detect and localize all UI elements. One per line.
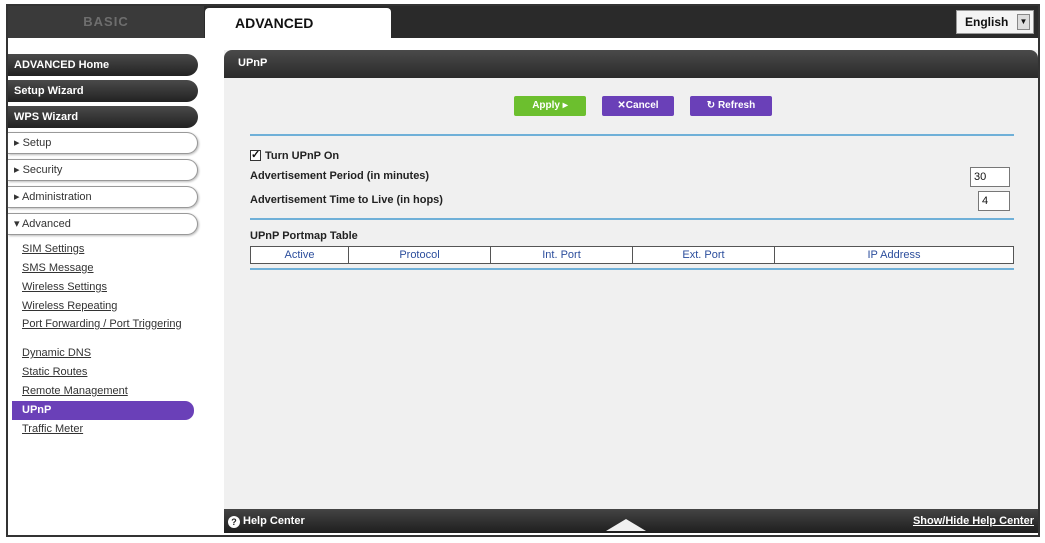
col-int-port: Int. Port <box>490 246 633 264</box>
submenu-sim-settings[interactable]: SIM Settings <box>8 240 198 259</box>
language-value: English <box>965 15 1009 29</box>
tab-basic[interactable]: BASIC <box>8 6 204 38</box>
submenu-wireless-repeating[interactable]: Wireless Repeating <box>8 297 198 316</box>
divider <box>250 218 1014 220</box>
cancel-button[interactable]: ✕Cancel <box>602 96 674 116</box>
help-center-link[interactable]: ? Help Center <box>228 509 305 533</box>
turn-upnp-on-row: Turn UPnP On <box>250 148 340 162</box>
sidebar-item-wps-wizard[interactable]: WPS Wizard <box>8 106 198 128</box>
sidebar-section-setup[interactable]: ▸ Setup <box>8 132 198 154</box>
top-tab-bar: BASIC ADVANCED English ▼ <box>8 6 1038 38</box>
tab-advanced[interactable]: ADVANCED <box>205 8 391 38</box>
divider <box>250 134 1014 136</box>
submenu-wireless-settings[interactable]: Wireless Settings <box>8 278 198 297</box>
submenu-port-forwarding[interactable]: Port Forwarding / Port Triggering <box>8 316 198 344</box>
sidebar-section-security[interactable]: ▸ Security <box>8 159 198 181</box>
adv-ttl-label: Advertisement Time to Live (in hops) <box>250 194 443 206</box>
turn-upnp-on-checkbox[interactable] <box>250 148 261 161</box>
refresh-button[interactable]: ↻ Refresh <box>690 96 772 116</box>
divider <box>250 268 1014 270</box>
help-icon: ? <box>228 516 240 528</box>
portmap-title: UPnP Portmap Table <box>250 230 358 242</box>
apply-button[interactable]: Apply ▸ <box>514 96 586 116</box>
turn-upnp-on-label: Turn UPnP On <box>265 150 340 162</box>
sidebar-section-advanced[interactable]: ▾ Advanced <box>8 213 198 235</box>
adv-ttl-input[interactable]: 4 <box>978 191 1010 211</box>
sidebar-item-advanced-home[interactable]: ADVANCED Home <box>8 54 198 76</box>
main-panel: UPnP Apply ▸ ✕Cancel ↻ Refresh Turn UPnP… <box>224 50 1038 533</box>
sidebar: ADVANCED Home Setup Wizard WPS Wizard ▸ … <box>8 54 198 439</box>
submenu-remote-management[interactable]: Remote Management <box>8 382 198 401</box>
language-select[interactable]: English ▼ <box>956 10 1034 34</box>
col-active: Active <box>250 246 349 264</box>
table-header-row: Active Protocol Int. Port Ext. Port IP A… <box>250 246 1014 264</box>
portmap-table: Active Protocol Int. Port Ext. Port IP A… <box>250 246 1014 264</box>
router-admin-window: BASIC ADVANCED English ▼ ADVANCED Home S… <box>6 4 1040 537</box>
col-ext-port: Ext. Port <box>632 246 775 264</box>
submenu-dynamic-dns[interactable]: Dynamic DNS <box>8 344 198 363</box>
expand-arrow-icon[interactable] <box>606 519 646 531</box>
sidebar-item-setup-wizard[interactable]: Setup Wizard <box>8 80 198 102</box>
show-hide-help-link[interactable]: Show/Hide Help Center <box>913 509 1034 533</box>
col-protocol: Protocol <box>348 246 491 264</box>
help-bar: ? Help Center Show/Hide Help Center <box>224 509 1038 533</box>
page-title: UPnP <box>224 50 1038 78</box>
adv-period-label: Advertisement Period (in minutes) <box>250 170 430 182</box>
col-ip-address: IP Address <box>774 246 1014 264</box>
sidebar-section-administration[interactable]: ▸ Administration <box>8 186 198 208</box>
adv-period-input[interactable]: 30 <box>970 167 1010 187</box>
submenu-sms-message[interactable]: SMS Message <box>8 259 198 278</box>
advanced-submenu: SIM Settings SMS Message Wireless Settin… <box>8 240 198 439</box>
submenu-upnp[interactable]: UPnP <box>12 401 194 420</box>
dropdown-arrow-icon[interactable]: ▼ <box>1017 14 1030 30</box>
submenu-traffic-meter[interactable]: Traffic Meter <box>8 420 198 439</box>
submenu-static-routes[interactable]: Static Routes <box>8 363 198 382</box>
help-center-label: Help Center <box>243 515 305 527</box>
